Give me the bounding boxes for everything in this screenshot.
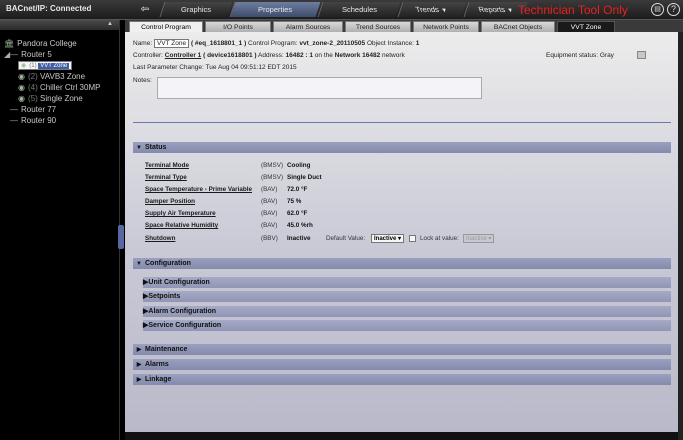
tab-control-program[interactable]: Control Program [129, 21, 203, 32]
property-subtabs: Control Program I/O Points Alarm Sources… [125, 20, 683, 32]
point-value: Cooling [287, 162, 311, 169]
tree-item-site[interactable]: 🏛 Pandora College [4, 39, 77, 48]
tree-item-vavb3-zone[interactable]: ◉ (2) VAVB3 Zone [18, 72, 85, 81]
router-icon: — [10, 116, 18, 125]
tab-trend-sources[interactable]: Trend Sources [345, 21, 411, 32]
point-value: 45.0 %rh [287, 222, 313, 229]
tab-bacnet-objects[interactable]: BACnet Objects [481, 21, 555, 32]
setpoints-header[interactable]: ▶Setpoints [143, 291, 671, 302]
equipment-status-swatch [637, 51, 646, 59]
expand-right-icon: ▶ [136, 347, 142, 353]
nav-tab-label: Graphics [181, 5, 212, 14]
bottom-status-bar [125, 432, 678, 440]
point-type: (BBV) [261, 235, 278, 242]
status-section-header[interactable]: ▼ Status [133, 142, 671, 153]
nav-tab-label: Reports [477, 5, 507, 14]
lock-checkbox[interactable] [409, 235, 416, 242]
expand-down-icon: ▼ [136, 145, 142, 151]
nav-tab-properties[interactable]: Properties [229, 2, 321, 17]
controller-link[interactable]: Controller 1 [165, 52, 201, 59]
nav-tab-label: Properties [258, 5, 293, 14]
tab-vvt-zone[interactable]: VVT Zone [557, 21, 615, 32]
point-terminal-type[interactable]: Terminal Type [145, 174, 187, 181]
nav-tab-label: Trends [414, 5, 441, 14]
point-value: Inactive [287, 235, 311, 242]
alarms-section-header[interactable]: ▶ Alarms [133, 359, 671, 370]
default-value-select[interactable]: Inactive ▾ [371, 234, 405, 243]
notes-label: Notes: [133, 77, 152, 84]
last-change-line: Last Parameter Change: Tue Aug 04 09:51:… [133, 64, 297, 71]
default-value-label: Default Value: [326, 235, 366, 242]
collapse-up-icon[interactable]: ▲ [107, 21, 113, 27]
alarm-configuration-header[interactable]: ▶Alarm Configuration [143, 306, 671, 317]
nav-tab-schedules[interactable]: Schedules [317, 2, 401, 17]
equipment-status: Equipment status: Gray [546, 52, 614, 59]
app-window: BACnet/IP: Connected ⇦ Graphics Properti… [0, 0, 683, 440]
tab-network-points[interactable]: Network Points [413, 21, 479, 32]
connection-status: BACnet/IP: Connected [6, 4, 92, 13]
point-value: 75 % [287, 198, 302, 205]
device-eye-icon: ◉ [21, 63, 27, 69]
network-name: Network 16482 [334, 52, 381, 59]
building-icon: 🏛 [4, 39, 15, 48]
point-shutdown[interactable]: Shutdown [145, 235, 175, 242]
point-space-relative-humidity[interactable]: Space Relative Humidity [145, 222, 218, 229]
name-field[interactable]: VVT Zone [153, 39, 190, 48]
tree-item-router-77[interactable]: — Router 77 [10, 105, 56, 114]
point-type: (BAV) [261, 198, 278, 205]
tree-item-chiller-ctrl[interactable]: ◉ (4) Chiller Ctrl 30MP [18, 83, 100, 92]
device-eye-icon: ◉ [18, 83, 25, 92]
unit-configuration-header[interactable]: ▶Unit Configuration [143, 277, 671, 288]
tree-item-vvt-zone[interactable]: ◉ (1) VVT Zone [18, 61, 73, 70]
expand-right-icon: ▶ [136, 377, 142, 383]
divider [133, 122, 671, 123]
linkage-section-header[interactable]: ▶ Linkage [133, 374, 671, 385]
tree-header: ▲ [0, 20, 119, 30]
tree-item-single-zone[interactable]: ◉ (5) Single Zone [18, 94, 83, 103]
name-line: Name: VVT Zone ( #eq_1618801_1 ) Control… [133, 39, 420, 48]
top-navigation-bar: BACnet/IP: Connected ⇦ Graphics Properti… [0, 0, 683, 20]
maintenance-section-header[interactable]: ▶ Maintenance [133, 344, 671, 355]
router-icon: — [10, 105, 18, 114]
navigation-tree: ▲ 🏛 Pandora College ◢— Router 5 ◉ (1) VVT Z… [0, 20, 124, 440]
print-icon[interactable]: ▤ [651, 3, 664, 16]
point-value: 72.0 °F [287, 186, 308, 193]
configuration-section-header[interactable]: ▼ Configuration [133, 258, 671, 269]
panel-splitter-handle[interactable] [118, 225, 124, 249]
service-configuration-header[interactable]: ▶Service Configuration [143, 320, 671, 331]
point-terminal-mode[interactable]: Terminal Mode [145, 162, 189, 169]
point-type: (BMSV) [261, 174, 284, 181]
nav-tab-trends[interactable]: Trends▼ [397, 2, 467, 17]
vertical-scrollbar[interactable] [678, 32, 683, 440]
lock-value-select[interactable]: Inactive ▾ [463, 234, 495, 243]
point-type: (BAV) [261, 210, 278, 217]
back-arrow-icon[interactable]: ⇦ [128, 2, 162, 17]
properties-panel: Name: VVT Zone ( #eq_1618801_1 ) Control… [125, 32, 678, 432]
expand-router-icon[interactable]: ◢— [4, 50, 18, 59]
point-supply-air-temperature[interactable]: Supply Air Temperature [145, 210, 216, 217]
point-space-temperature[interactable]: Space Temperature - Prime Variable [145, 186, 252, 193]
point-value: Single Duct [287, 174, 322, 181]
point-type: (BMSV) [261, 162, 284, 169]
expand-down-icon: ▼ [136, 261, 142, 267]
lock-label: Lock at value: [420, 235, 459, 242]
technician-tool-warning: Technician Tool Only [518, 3, 628, 17]
nav-tab-label: Schedules [341, 5, 378, 14]
point-value: 62.0 °F [287, 210, 308, 217]
tab-io-points[interactable]: I/O Points [205, 21, 271, 32]
tree-item-router-90[interactable]: — Router 90 [10, 116, 56, 125]
point-type: (BAV) [261, 186, 278, 193]
point-damper-position[interactable]: Damper Position [145, 198, 195, 205]
expand-right-icon: ▶ [136, 362, 142, 368]
tree-item-router-5[interactable]: ◢— Router 5 [4, 50, 52, 59]
help-icon[interactable]: ? [667, 3, 680, 16]
controller-line: Controller: Controller 1 ( device1618801… [133, 52, 405, 59]
device-eye-icon: ◉ [18, 72, 25, 81]
nav-tab-graphics[interactable]: Graphics [159, 2, 233, 17]
point-type: (BAV) [261, 222, 278, 229]
device-eye-icon: ◉ [18, 94, 25, 103]
notes-textarea[interactable] [157, 77, 482, 99]
tab-alarm-sources[interactable]: Alarm Sources [273, 21, 343, 32]
